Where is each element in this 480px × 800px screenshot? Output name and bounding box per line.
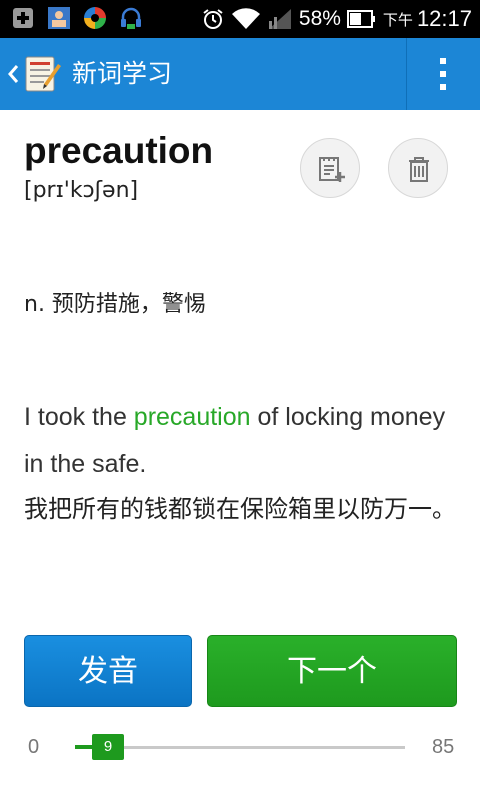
example-sentence: I took the precaution of locking money i… (24, 394, 464, 488)
alarm-icon (203, 9, 223, 29)
app-logo-icon (25, 56, 61, 92)
back-button[interactable] (0, 38, 68, 110)
progress-thumb[interactable]: 9 (92, 734, 124, 760)
next-word-button[interactable]: 下一个 (207, 635, 457, 707)
notification-add-icon (13, 8, 33, 28)
add-note-icon (319, 157, 345, 182)
action-bar: 新词学习 (0, 38, 480, 110)
time-ampm: 下午 (382, 10, 413, 29)
trash-icon (409, 157, 429, 182)
progress-track[interactable] (75, 746, 405, 749)
battery-icon (346, 10, 375, 28)
pronounce-button[interactable]: 发音 (24, 635, 192, 707)
contact-card-icon (48, 7, 70, 29)
headset-icon (121, 7, 141, 29)
app-swirl-icon (84, 7, 106, 29)
signal-icon (268, 9, 291, 29)
page-title: 新词学习 (72, 59, 173, 88)
more-vert-icon (440, 58, 446, 90)
chevron-left-icon (8, 65, 19, 83)
word-definition: n. 预防措施，警惕 (24, 292, 206, 317)
clock: 12:17 (416, 6, 472, 31)
progress-max-label: 85 (432, 736, 455, 758)
word-headword: precaution (24, 130, 214, 171)
status-bar: 58% 下午 12:17 (0, 0, 480, 38)
battery-percent: 58% (298, 7, 341, 30)
wifi-icon (231, 8, 260, 30)
example-text-before: I took the (24, 403, 134, 431)
add-to-wordbook-button[interactable] (300, 138, 360, 198)
example-highlight-word: precaution (133, 403, 251, 431)
delete-word-button[interactable] (388, 138, 448, 198)
example-translation: 我把所有的钱都锁在保险箱里以防万一。 (24, 495, 456, 523)
word-phonetic: [prɪ'kɔʃən] (24, 178, 139, 203)
overflow-menu-button[interactable] (407, 38, 480, 110)
progress-min-label: 0 (28, 736, 40, 758)
